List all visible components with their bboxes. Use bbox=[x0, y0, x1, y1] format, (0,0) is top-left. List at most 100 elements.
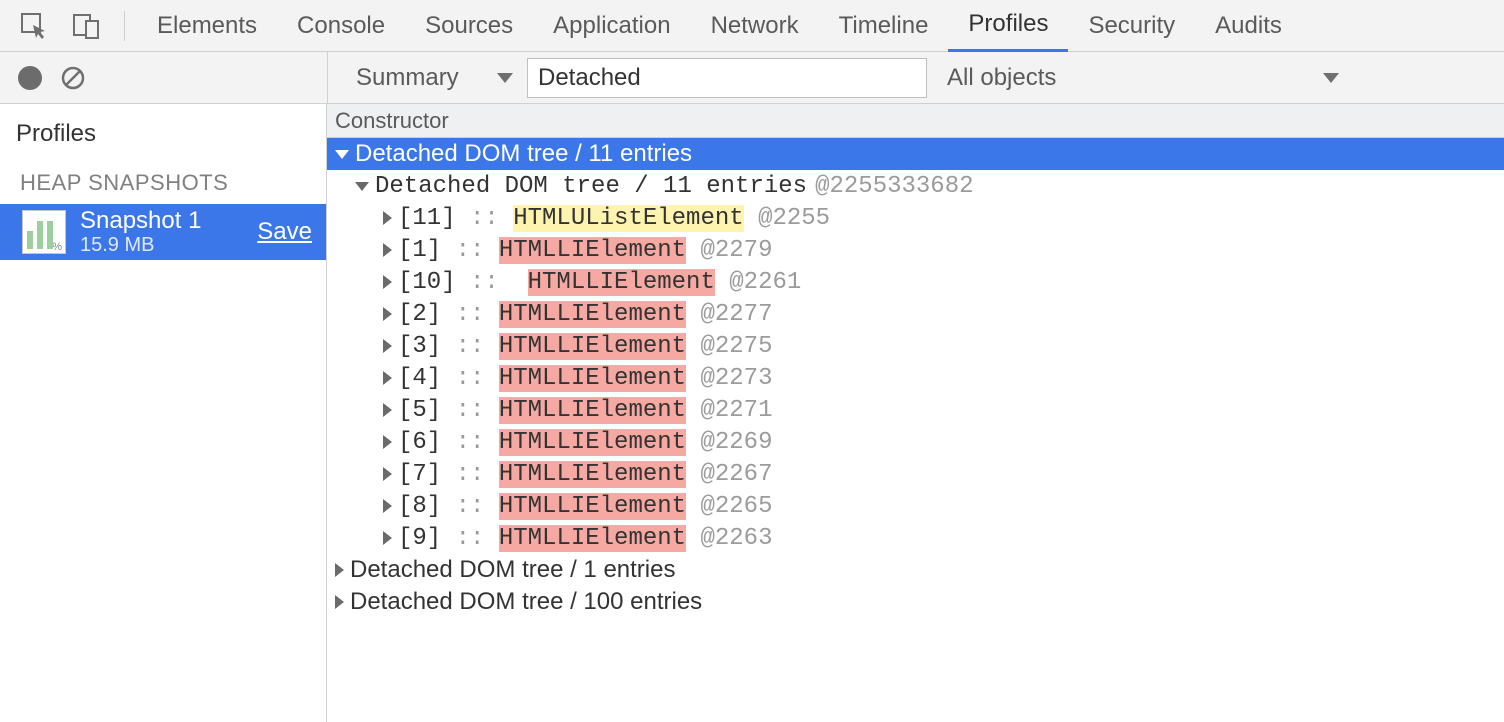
tree-row-index: [1] bbox=[398, 237, 441, 264]
expand-arrow-icon[interactable] bbox=[383, 275, 392, 289]
expand-arrow-icon[interactable] bbox=[383, 307, 392, 321]
tree-row-id: @2275 bbox=[700, 333, 772, 360]
expand-arrow-icon[interactable] bbox=[383, 467, 392, 481]
tree-row-sep: :: bbox=[456, 205, 514, 232]
tree-row[interactable]: Detached DOM tree / 11 entries @22553336… bbox=[327, 170, 1504, 202]
tree-row-sep: :: bbox=[441, 525, 499, 552]
tree-row-sep: :: bbox=[441, 365, 499, 392]
expand-arrow-icon[interactable] bbox=[383, 339, 392, 353]
tree-row[interactable]: [3] :: HTMLLIElement @2275 bbox=[327, 330, 1504, 362]
tree-row[interactable]: [10] :: HTMLLIElement @2261 bbox=[327, 266, 1504, 298]
tree-row-element: HTMLLIElement bbox=[499, 333, 686, 360]
tree-row-id: @2269 bbox=[700, 429, 772, 456]
column-header-constructor[interactable]: Constructor bbox=[327, 104, 1504, 138]
sidebar: Profiles HEAP SNAPSHOTS % Snapshot 1 15.… bbox=[0, 104, 327, 722]
tab-elements[interactable]: Elements bbox=[137, 0, 277, 52]
tree-row-label: Detached DOM tree / 11 entries bbox=[355, 140, 692, 168]
expand-arrow-icon[interactable] bbox=[383, 371, 392, 385]
tree-row-id: @2267 bbox=[700, 461, 772, 488]
tab-sources[interactable]: Sources bbox=[405, 0, 533, 52]
tree-row-element: HTMLLIElement bbox=[499, 365, 686, 392]
tab-security[interactable]: Security bbox=[1068, 0, 1195, 52]
view-select[interactable]: Summary bbox=[342, 58, 527, 98]
tree-row-label: Detached DOM tree / 11 entries bbox=[375, 173, 807, 200]
tree-row-sep: :: bbox=[441, 429, 499, 456]
tab-console[interactable]: Console bbox=[277, 0, 405, 52]
chevron-down-icon bbox=[497, 73, 513, 83]
tree-row-sep: :: bbox=[441, 301, 499, 328]
tree-row[interactable]: Detached DOM tree / 1 entries bbox=[327, 554, 1504, 586]
expand-arrow-icon[interactable] bbox=[335, 150, 349, 159]
sidebar-category: HEAP SNAPSHOTS bbox=[0, 154, 326, 204]
expand-arrow-icon[interactable] bbox=[335, 595, 344, 609]
tree-row[interactable]: [11] :: HTMLUListElement @2255 bbox=[327, 202, 1504, 234]
expand-arrow-icon[interactable] bbox=[335, 563, 344, 577]
tree-row[interactable]: Detached DOM tree / 100 entries bbox=[327, 586, 1504, 618]
expand-arrow-icon[interactable] bbox=[383, 531, 392, 545]
expand-arrow-icon[interactable] bbox=[355, 182, 369, 191]
tree-row-sep: :: bbox=[441, 461, 499, 488]
class-filter-input[interactable] bbox=[527, 58, 927, 98]
device-toolbar-icon[interactable] bbox=[66, 6, 106, 46]
snapshot-save-link[interactable]: Save bbox=[257, 218, 312, 246]
tree-row-index: [7] bbox=[398, 461, 441, 488]
clear-icon[interactable] bbox=[60, 65, 86, 91]
inspect-element-icon[interactable] bbox=[14, 6, 54, 46]
chevron-down-icon bbox=[1323, 73, 1339, 83]
tree-row-label: Detached DOM tree / 100 entries bbox=[350, 588, 702, 616]
tree-row-id: @2279 bbox=[700, 237, 772, 264]
tree-row-id: @2255333682 bbox=[815, 173, 973, 200]
tree-row-element: HTMLLIElement bbox=[528, 269, 715, 296]
tree-row-index: [10] bbox=[398, 269, 456, 296]
tab-network[interactable]: Network bbox=[691, 0, 819, 52]
tree-row-sep: :: bbox=[441, 237, 499, 264]
tree-row-index: [5] bbox=[398, 397, 441, 424]
tree-row-element: HTMLLIElement bbox=[499, 461, 686, 488]
tree-row[interactable]: [4] :: HTMLLIElement @2273 bbox=[327, 362, 1504, 394]
expand-arrow-icon[interactable] bbox=[383, 243, 392, 257]
tree-row-index: [3] bbox=[398, 333, 441, 360]
expand-arrow-icon[interactable] bbox=[383, 403, 392, 417]
expand-arrow-icon[interactable] bbox=[383, 211, 392, 225]
snapshot-text: Snapshot 1 15.9 MB bbox=[80, 207, 201, 258]
profiles-toolbar-left bbox=[0, 52, 327, 103]
profiles-toolbar: Summary All objects bbox=[0, 52, 1504, 104]
tree-row-id: @2277 bbox=[700, 301, 772, 328]
tree-row-sep: :: bbox=[441, 397, 499, 424]
tree-row-sep: :: bbox=[441, 333, 499, 360]
scope-select[interactable]: All objects bbox=[933, 58, 1353, 98]
tree-row-index: [6] bbox=[398, 429, 441, 456]
tree-row[interactable]: [1] :: HTMLLIElement @2279 bbox=[327, 234, 1504, 266]
tab-application[interactable]: Application bbox=[533, 0, 690, 52]
tree-row[interactable]: [8] :: HTMLLIElement @2265 bbox=[327, 490, 1504, 522]
tree-row-element: HTMLUListElement bbox=[513, 205, 743, 232]
tree-row-selected[interactable]: Detached DOM tree / 11 entries bbox=[327, 138, 1504, 170]
tree-row[interactable]: [2] :: HTMLLIElement @2277 bbox=[327, 298, 1504, 330]
tree-row-index: [8] bbox=[398, 493, 441, 520]
tree-row[interactable]: [6] :: HTMLLIElement @2269 bbox=[327, 426, 1504, 458]
tree-row-sep: :: bbox=[456, 269, 528, 296]
tree-row[interactable]: [9] :: HTMLLIElement @2263 bbox=[327, 522, 1504, 554]
tree-row[interactable]: [5] :: HTMLLIElement @2271 bbox=[327, 394, 1504, 426]
devtools-tabbar: ElementsConsoleSourcesApplicationNetwork… bbox=[0, 0, 1504, 52]
tree-row-index: [11] bbox=[398, 205, 456, 232]
tree-row-id: @2255 bbox=[758, 205, 830, 232]
record-icon[interactable] bbox=[18, 66, 42, 90]
tree-row-id: @2263 bbox=[700, 525, 772, 552]
tab-profiles[interactable]: Profiles bbox=[948, 0, 1068, 52]
main: Profiles HEAP SNAPSHOTS % Snapshot 1 15.… bbox=[0, 104, 1504, 722]
snapshot-item[interactable]: % Snapshot 1 15.9 MB Save bbox=[0, 204, 326, 260]
tab-timeline[interactable]: Timeline bbox=[819, 0, 949, 52]
tree-row-sep: :: bbox=[441, 493, 499, 520]
tree-row[interactable]: [7] :: HTMLLIElement @2267 bbox=[327, 458, 1504, 490]
tree-row-index: [4] bbox=[398, 365, 441, 392]
expand-arrow-icon[interactable] bbox=[383, 499, 392, 513]
profiles-toolbar-right: Summary All objects bbox=[327, 52, 1504, 103]
separator bbox=[124, 11, 125, 41]
content: Constructor Detached DOM tree / 11 entri… bbox=[327, 104, 1504, 722]
tree-row-element: HTMLLIElement bbox=[499, 525, 686, 552]
expand-arrow-icon[interactable] bbox=[383, 435, 392, 449]
tree-row-element: HTMLLIElement bbox=[499, 237, 686, 264]
tab-audits[interactable]: Audits bbox=[1195, 0, 1302, 52]
tree-row-id: @2273 bbox=[700, 365, 772, 392]
